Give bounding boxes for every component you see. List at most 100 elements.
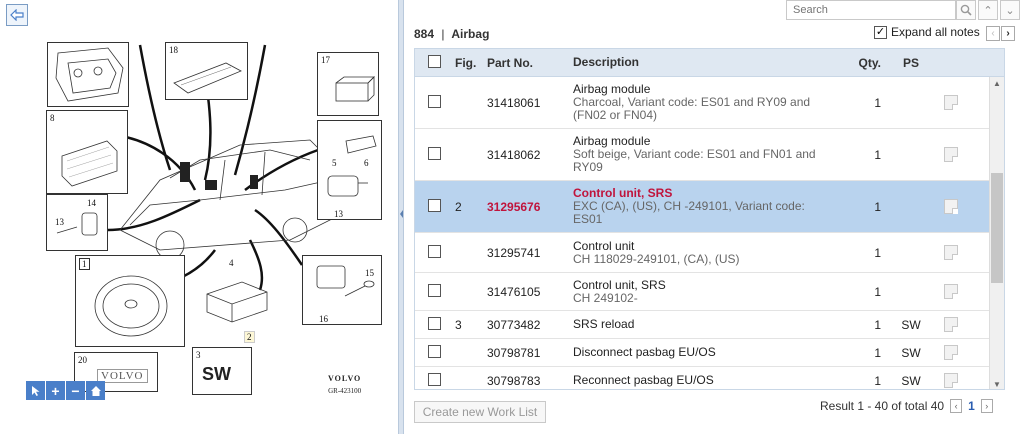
col-part-no[interactable]: Part No. <box>487 56 573 70</box>
section-name: Airbag <box>451 27 490 41</box>
pointer-button[interactable] <box>26 381 45 400</box>
col-qty[interactable]: Qty. <box>823 56 891 70</box>
note-cell <box>931 95 971 110</box>
part-number[interactable]: 30773482 <box>487 318 573 332</box>
part-number[interactable]: 30798781 <box>487 346 573 360</box>
page-prev-button[interactable]: ‹ <box>950 399 963 413</box>
col-ps[interactable]: PS <box>891 56 931 70</box>
part-number[interactable]: 31418062 <box>487 148 573 162</box>
search-prev-button[interactable]: ⌃ <box>978 0 998 20</box>
table-row[interactable]: 31476105 Control unit, SRS CH 249102- 1 <box>415 273 1004 311</box>
search-next-button[interactable]: ⌄ <box>1000 0 1020 20</box>
description-sub: Charcoal, Variant code: ES01 and RY09 an… <box>573 95 811 122</box>
search-input[interactable] <box>786 0 956 20</box>
sw-label: SW <box>202 364 231 384</box>
fig-cell: 2 <box>455 199 462 214</box>
expand-notes-label: Expand all notes <box>891 25 980 39</box>
callout-number: 8 <box>50 113 55 123</box>
expand-notes-checkbox[interactable]: ✓ <box>874 25 887 39</box>
page-next-button[interactable]: › <box>980 399 993 413</box>
note-icon[interactable] <box>944 245 958 260</box>
part-number[interactable]: 31418061 <box>487 96 573 110</box>
description-cell: SRS reload <box>573 318 823 331</box>
table-row[interactable]: 3 30773482 SRS reload 1 SW <box>415 311 1004 339</box>
ps-cell: SW <box>901 317 921 332</box>
expand-all-notes[interactable]: ✓ Expand all notes <box>874 25 980 39</box>
note-icon[interactable] <box>944 95 958 110</box>
note-icon[interactable] <box>944 284 958 299</box>
row-checkbox[interactable] <box>428 146 441 160</box>
zoom-out-icon: − <box>71 382 80 399</box>
row-checkbox[interactable] <box>428 244 441 258</box>
part-number[interactable]: 31295741 <box>487 246 573 260</box>
part-box-17[interactable]: 17 <box>317 52 379 116</box>
qty-cell: 1 <box>874 373 881 388</box>
back-button[interactable] <box>6 4 28 26</box>
ps-cell: SW <box>901 345 921 360</box>
pretensioner-drawing <box>316 265 375 297</box>
table-row[interactable]: 31418062 Airbag module Soft beige, Varian… <box>415 129 1004 181</box>
row-checkbox[interactable] <box>428 344 441 358</box>
select-all-cell <box>415 54 455 71</box>
part-box-1[interactable]: 1 <box>75 255 185 347</box>
part-box-airbag-module[interactable] <box>47 42 129 107</box>
exploded-diagram[interactable]: 18 17 8 5 6 13 14 13 1 4 2 15 16 3 SW 20… <box>40 40 390 400</box>
curtain-airbag-drawing <box>173 62 242 94</box>
part-number[interactable]: 31295676 <box>487 200 573 214</box>
table-row[interactable]: 31295741 Control unit CH 118029-249101, (… <box>415 233 1004 273</box>
col-fig[interactable]: Fig. <box>455 56 487 70</box>
scroll-up-icon[interactable]: ▲ <box>993 79 1001 88</box>
select-all-checkbox[interactable] <box>428 54 441 68</box>
table-row[interactable]: 30798783 Reconnect pasbag EU/OS 1 SW <box>415 367 1004 389</box>
notes-prev-button[interactable]: ‹ <box>986 26 1000 41</box>
note-cell <box>931 245 971 260</box>
note-icon[interactable] <box>944 345 958 360</box>
qty-cell: 1 <box>874 284 881 299</box>
description-title: Reconnect pasbag EU/OS <box>573 373 714 387</box>
search-button[interactable] <box>956 0 976 20</box>
row-checkbox-cell <box>415 198 455 215</box>
table-row[interactable]: 31418061 Airbag module Charcoal, Variant … <box>415 77 1004 129</box>
zoom-in-icon: + <box>51 382 60 399</box>
zoom-in-button[interactable]: + <box>46 381 65 400</box>
part-box-8[interactable]: 8 <box>46 110 128 194</box>
row-checkbox[interactable] <box>428 316 441 330</box>
notes-next-button[interactable]: › <box>1001 26 1015 41</box>
chevron-right-icon: › <box>1006 28 1010 39</box>
part-box-13[interactable]: 14 13 <box>46 194 108 251</box>
note-icon[interactable] <box>944 199 958 214</box>
zoom-out-button[interactable]: − <box>66 381 85 400</box>
callout-number: 6 <box>364 158 369 168</box>
note-icon[interactable] <box>944 317 958 332</box>
pointer-icon <box>31 385 39 396</box>
part-box-3-sw[interactable]: 3 SW <box>192 347 252 395</box>
callout-number: 16 <box>319 314 328 324</box>
callout-number: 13 <box>334 209 343 219</box>
part-box-side-sensor[interactable]: 5 6 13 <box>317 120 382 220</box>
home-button[interactable] <box>86 381 105 400</box>
row-checkbox[interactable] <box>428 94 441 108</box>
part-number[interactable]: 30798783 <box>487 374 573 388</box>
callout-number: 5 <box>332 158 337 168</box>
row-checkbox[interactable] <box>428 198 441 212</box>
part-box-15[interactable]: 15 16 <box>302 255 382 325</box>
part-number[interactable]: 31476105 <box>487 285 573 299</box>
row-checkbox[interactable] <box>428 372 441 386</box>
callout-number: 3 <box>196 350 201 360</box>
description-title: Control unit, SRS <box>573 277 666 292</box>
table-scrollbar[interactable]: ▲ ▼ <box>989 77 1004 389</box>
part-box-18[interactable]: 18 <box>165 42 248 100</box>
scroll-down-icon[interactable]: ▼ <box>993 380 1001 389</box>
note-icon[interactable] <box>944 373 958 388</box>
create-work-list-button[interactable]: Create new Work List <box>414 401 546 423</box>
ps-cell: SW <box>901 373 921 388</box>
qty-cell: 1 <box>874 95 881 110</box>
row-checkbox[interactable] <box>428 283 441 297</box>
table-row-selected[interactable]: 2 31295676 Control unit, SRS EXC (CA), (U… <box>415 181 1004 233</box>
note-icon[interactable] <box>944 147 958 162</box>
chevron-left-icon: ‹ <box>954 401 958 411</box>
current-page[interactable]: 1 <box>968 399 975 413</box>
col-description[interactable]: Description <box>573 56 823 69</box>
table-row[interactable]: 30798781 Disconnect pasbag EU/OS 1 SW <box>415 339 1004 367</box>
scrollbar-thumb[interactable] <box>991 173 1003 283</box>
